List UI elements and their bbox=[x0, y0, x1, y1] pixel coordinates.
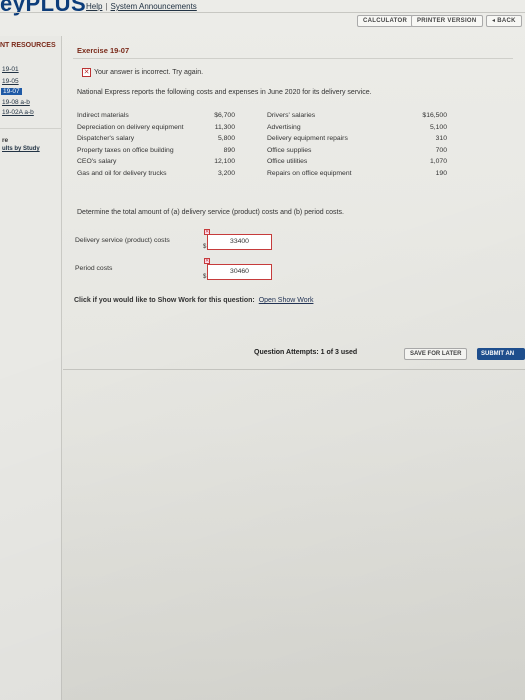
cost-item: Advertising bbox=[267, 123, 301, 131]
footer-divider bbox=[63, 369, 525, 370]
cost-item: Office supplies bbox=[267, 146, 312, 154]
incorrect-x-icon: ✕ bbox=[82, 68, 91, 77]
wileyplus-logo: eyPLUS bbox=[0, 0, 87, 16]
question-text: Determine the total amount of (a) delive… bbox=[77, 209, 344, 216]
cost-amount: 310 bbox=[435, 135, 447, 143]
cost-amount: 3,200 bbox=[217, 169, 235, 177]
top-links: Help | System Announcements bbox=[86, 2, 197, 11]
header-divider bbox=[0, 12, 525, 13]
sidebar-item-19-02a[interactable]: 19-02A a-b bbox=[2, 109, 34, 116]
printer-version-button[interactable]: PRINTER VERSION bbox=[411, 15, 483, 27]
results-by-study-link[interactable]: ults by Study bbox=[2, 146, 40, 152]
cost-item: Property taxes on office building bbox=[77, 146, 174, 154]
cost-item: CEO's salary bbox=[77, 158, 117, 166]
cost-item: Depreciation on delivery equipment bbox=[77, 123, 184, 131]
help-link[interactable]: Help bbox=[86, 2, 102, 11]
feedback-text: Your answer is incorrect. Try again. bbox=[94, 69, 204, 76]
submit-answer-button[interactable]: SUBMIT AN bbox=[477, 348, 525, 360]
cost-amount: 5,800 bbox=[217, 135, 235, 143]
product-costs-input[interactable]: 33400 bbox=[207, 234, 272, 250]
calculator-button[interactable]: CALCULATOR bbox=[357, 15, 414, 27]
screen: eyPLUS Help | System Announcements CALCULA… bbox=[0, 0, 525, 700]
period-costs-label: Period costs bbox=[75, 265, 113, 272]
link-separator: | bbox=[105, 2, 108, 11]
currency-symbol: $ bbox=[203, 244, 207, 250]
cost-item: Indirect materials bbox=[77, 112, 129, 119]
cost-amount: 700 bbox=[435, 146, 447, 154]
cost-amount: 190 bbox=[435, 169, 447, 177]
table-row: Gas and oil for delivery trucks 3,200 Re… bbox=[77, 170, 457, 182]
table-row: Indirect materials $6,700 Drivers' salar… bbox=[77, 112, 457, 124]
system-announcements-link[interactable]: System Announcements bbox=[111, 2, 197, 11]
cost-amount: 12,100 bbox=[214, 158, 235, 166]
back-button[interactable]: ◂ BACK bbox=[486, 15, 522, 27]
problem-intro: National Express reports the following c… bbox=[77, 89, 372, 96]
cost-item: Drivers' salaries bbox=[267, 112, 316, 119]
table-row: Depreciation on delivery equipment 11,30… bbox=[77, 124, 457, 136]
exercise-title: Exercise 19-07 bbox=[77, 46, 130, 55]
product-costs-label: Delivery service (product) costs bbox=[75, 237, 170, 244]
sidebar-title: NT RESOURCES bbox=[0, 42, 56, 49]
title-divider bbox=[73, 58, 513, 59]
sidebar-item-19-07[interactable]: 19-07 bbox=[1, 88, 22, 95]
cost-table: Indirect materials $6,700 Drivers' salar… bbox=[77, 112, 457, 182]
cost-item: Dispatcher's salary bbox=[77, 135, 135, 143]
show-work-prompt: Click if you would like to Show Work for… bbox=[74, 297, 313, 304]
save-for-later-button[interactable]: SAVE FOR LATER bbox=[404, 348, 468, 360]
sidebar: NT RESOURCES 19-01 19-05 19-07 19-08 a-b… bbox=[0, 36, 62, 700]
currency-symbol: $ bbox=[203, 274, 207, 280]
cost-amount: $16,500 bbox=[422, 112, 447, 119]
cost-amount: 1,070 bbox=[429, 158, 447, 166]
show-work-text: Click if you would like to Show Work for… bbox=[74, 297, 255, 304]
question-attempts: Question Attempts: 1 of 3 used bbox=[254, 349, 358, 356]
sidebar-divider bbox=[0, 128, 62, 129]
sidebar-item-19-05[interactable]: 19-05 bbox=[2, 78, 19, 85]
cost-item: Repairs on office equipment bbox=[267, 169, 352, 177]
cost-amount: 890 bbox=[223, 146, 235, 154]
sidebar-section-label: re bbox=[2, 137, 9, 144]
open-show-work-link[interactable]: Open Show Work bbox=[259, 297, 314, 304]
sidebar-item-19-01[interactable]: 19-01 bbox=[2, 66, 19, 73]
feedback-message: ✕ Your answer is incorrect. Try again. bbox=[82, 68, 203, 77]
period-costs-input[interactable]: 30460 bbox=[207, 264, 272, 280]
table-row: Property taxes on office building 890 Of… bbox=[77, 147, 457, 159]
cost-amount: 11,300 bbox=[214, 123, 235, 131]
table-row: CEO's salary 12,100 Office utilities 1,0… bbox=[77, 158, 457, 170]
sidebar-item-19-08[interactable]: 19-08 a-b bbox=[2, 99, 30, 106]
cost-item: Delivery equipment repairs bbox=[267, 135, 348, 143]
cost-item: Gas and oil for delivery trucks bbox=[77, 169, 167, 177]
cost-item: Office utilities bbox=[267, 158, 308, 166]
table-row: Dispatcher's salary 5,800 Delivery equip… bbox=[77, 135, 457, 147]
main-content: Exercise 19-07 ✕ Your answer is incorrec… bbox=[63, 36, 525, 700]
cost-amount: $6,700 bbox=[214, 112, 235, 119]
cost-amount: 5,100 bbox=[429, 123, 447, 131]
